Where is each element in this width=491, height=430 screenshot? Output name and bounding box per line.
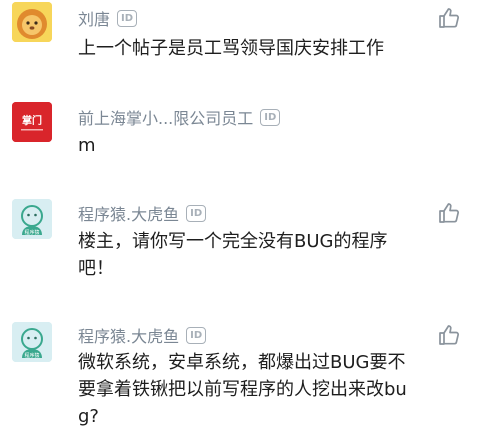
thumbs-up-icon[interactable]: [437, 323, 461, 347]
id-badge: ID: [186, 326, 207, 344]
author-name[interactable]: 程序猿.大虎鱼: [78, 201, 179, 225]
author-row: 程序猿.大虎鱼 ID: [78, 323, 207, 347]
logo-text: 掌门: [22, 114, 42, 127]
comment-text: 楼主，请你写一个完全没有BUG的程序吧！: [78, 231, 388, 279]
avatar[interactable]: 掌门: [12, 102, 52, 142]
author-name[interactable]: 刘唐: [78, 6, 110, 30]
author-row: 前上海掌小...限公司员工 ID: [78, 105, 281, 129]
comment-text: 上一个帖子是员工骂领导国庆安排工作: [78, 38, 384, 59]
company-logo-icon: 掌门: [12, 102, 52, 142]
monkey-avatar-icon: 程序猿: [12, 322, 52, 362]
author-name[interactable]: 程序猿.大虎鱼: [78, 323, 179, 347]
avatar-caption: 程序猿: [24, 352, 39, 359]
author-row: 程序猿.大虎鱼 ID: [78, 201, 207, 225]
author-name[interactable]: 前上海掌小...限公司员工: [78, 105, 253, 129]
comment-text: 微软系统，安卓系统，都爆出过BUG要不要拿着铁锹把以前写程序的人挖出来改bug?: [78, 352, 407, 427]
id-badge: ID: [186, 204, 207, 222]
thumbs-up-icon[interactable]: [437, 6, 461, 30]
avatar[interactable]: 程序猿: [12, 199, 52, 239]
avatar-caption: 程序猿: [24, 229, 39, 236]
id-badge: ID: [117, 9, 138, 27]
monkey-avatar-icon: 程序猿: [12, 199, 52, 239]
lion-avatar-icon: [12, 2, 52, 42]
id-badge: ID: [260, 108, 281, 126]
thumbs-up-icon[interactable]: [437, 201, 461, 225]
avatar[interactable]: 程序猿: [12, 322, 52, 362]
author-row: 刘唐 ID: [78, 6, 138, 30]
comment-text: m: [78, 135, 96, 156]
avatar[interactable]: [12, 2, 52, 42]
